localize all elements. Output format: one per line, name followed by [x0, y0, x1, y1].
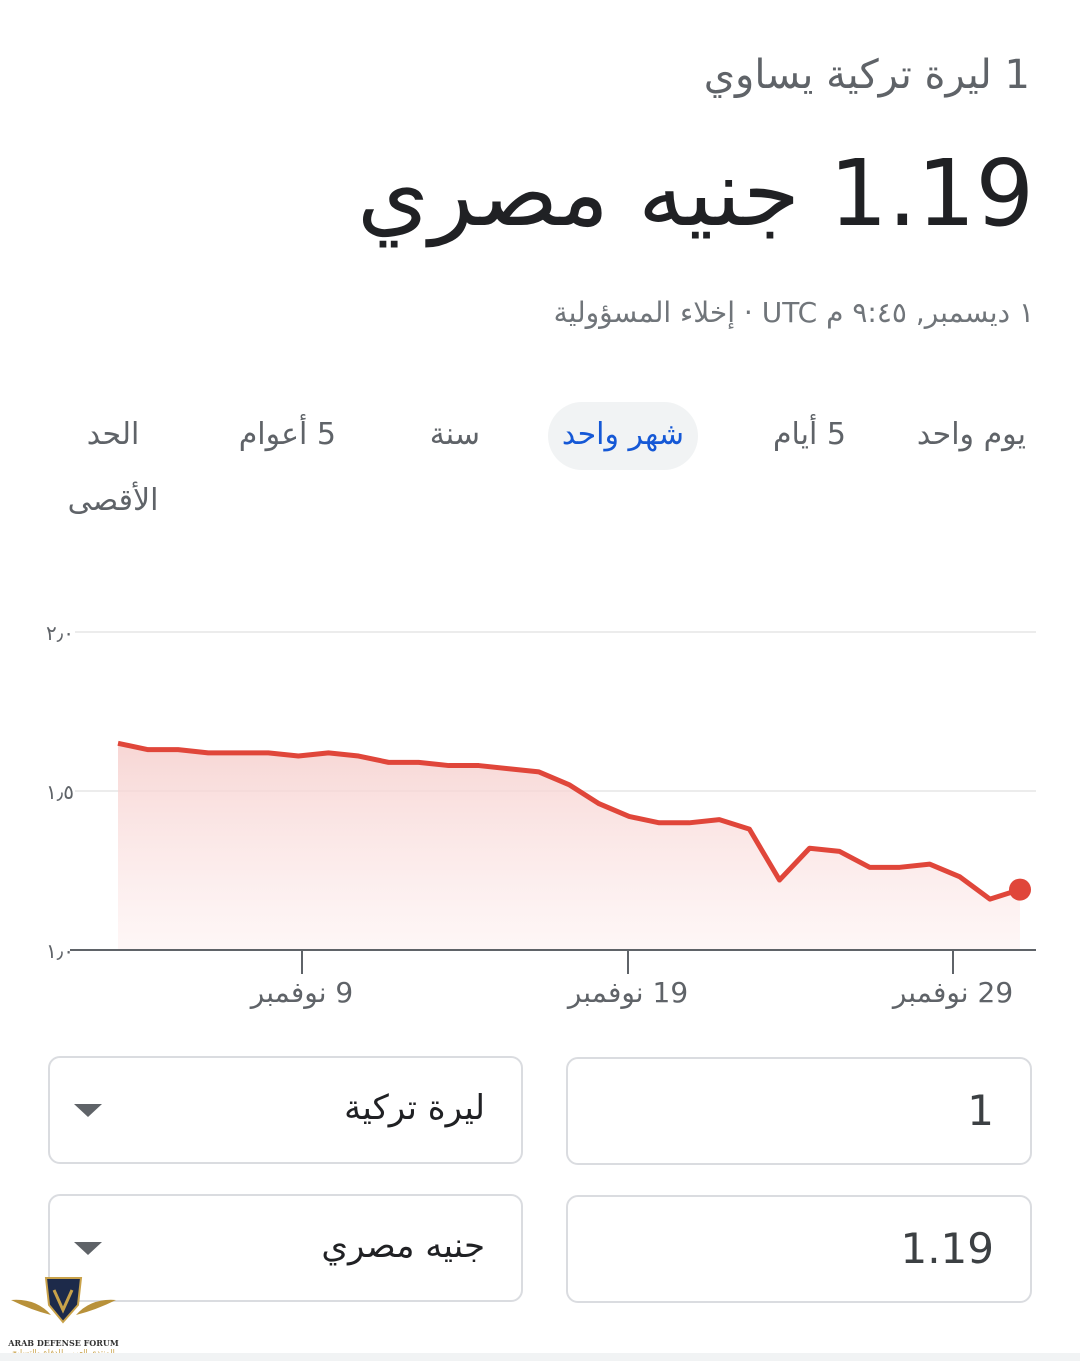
from-amount-value[interactable]: 1: [967, 1059, 994, 1163]
time-range-tabs: يوم واحد 5 أيام شهر واحد سنة 5 أعوام الح…: [40, 402, 1040, 532]
area-fill: [118, 743, 1020, 950]
current-point: [1009, 878, 1031, 901]
shield-wings-icon: [11, 1277, 116, 1324]
rate-subtitle: 1 ليرة تركية يساوي: [703, 52, 1030, 98]
tab-1-year[interactable]: سنة: [416, 402, 494, 470]
bottom-edge: [0, 1353, 1080, 1361]
from-amount-input[interactable]: 1: [566, 1057, 1032, 1165]
dropdown-caret-icon: [74, 1242, 102, 1255]
tab-1-day[interactable]: يوم واحد: [903, 402, 1040, 470]
x-tick-label: 9 نوفمبر: [249, 976, 353, 1009]
timestamp-disclaimer[interactable]: ١ ديسمبر, ٩:٤٥ م UTC · إخلاء المسؤولية: [554, 296, 1034, 329]
to-currency-label: جنيه مصري: [321, 1226, 485, 1266]
y-tick-label: ١٫٠: [46, 939, 74, 963]
y-tick-label: ٢٫٠: [46, 621, 74, 645]
to-amount-input[interactable]: 1.19: [566, 1195, 1032, 1303]
tab-1-month[interactable]: شهر واحد: [547, 402, 698, 470]
to-amount-value[interactable]: 1.19: [900, 1197, 994, 1301]
tab-5-days[interactable]: 5 أيام: [759, 402, 860, 470]
watermark-text: ARAB DEFENSE FORUM: [8, 1338, 119, 1348]
from-currency-select[interactable]: ليرة تركية: [48, 1056, 523, 1164]
exchange-rate-chart[interactable]: ١٫٠ ١٫٥ ٢٫٠ 9 نوفمبر 19 نوفمبر 29 نوفمبر: [0, 600, 1080, 1020]
watermark-logo: ARAB DEFENSE FORUM المنتدى العربي للدفاع…: [6, 1270, 121, 1360]
converted-amount: 1.19 جنيه مصري: [357, 140, 1034, 247]
tab-5-years[interactable]: 5 أعوام: [225, 402, 350, 470]
x-tick-label: 29 نوفمبر: [891, 976, 1013, 1009]
x-tick-label: 19 نوفمبر: [566, 976, 688, 1009]
dropdown-caret-icon: [74, 1104, 102, 1117]
from-currency-label: ليرة تركية: [344, 1088, 485, 1128]
y-tick-label: ١٫٥: [46, 780, 74, 804]
tab-max[interactable]: الحد الأقصى: [48, 402, 178, 518]
